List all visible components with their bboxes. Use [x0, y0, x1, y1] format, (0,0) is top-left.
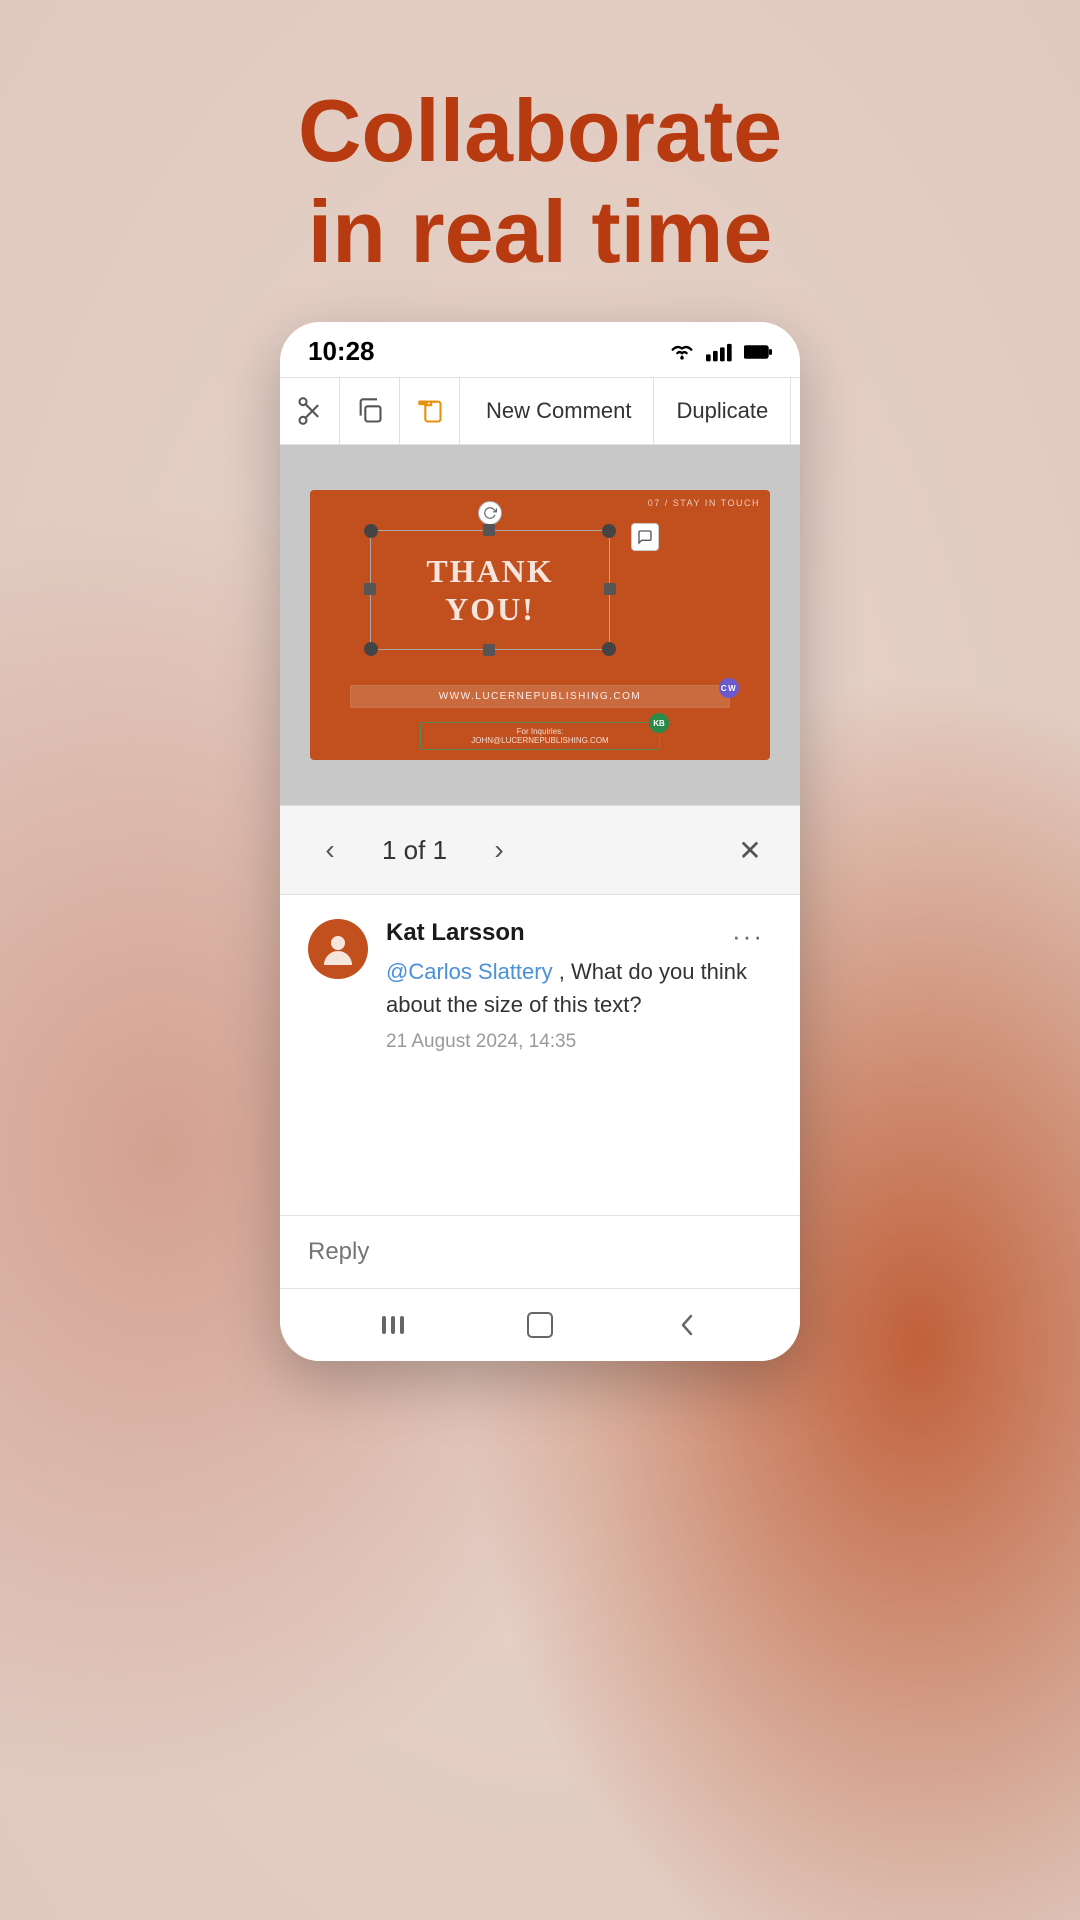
- comment-bubble-indicator[interactable]: [631, 523, 659, 551]
- canvas-area[interactable]: 07 / STAY IN TOUCH: [280, 445, 800, 805]
- handle-ml[interactable]: [364, 583, 376, 595]
- page-indicator: 1 of 1: [382, 835, 447, 866]
- slide-label: 07 / STAY IN TOUCH: [648, 498, 760, 508]
- toolbar: New Comment Duplicate Delete: [280, 377, 800, 445]
- comment-timestamp: 21 August 2024, 14:35: [386, 1031, 772, 1053]
- new-comment-button[interactable]: New Comment: [464, 377, 654, 445]
- status-icons: [668, 342, 772, 362]
- rotate-handle[interactable]: [478, 501, 502, 525]
- back-nav-button[interactable]: [662, 1307, 712, 1343]
- kb-user-badge: KB: [649, 713, 669, 733]
- comment-text: @Carlos Slattery , What do you think abo…: [386, 955, 772, 1021]
- handle-tm[interactable]: [483, 524, 495, 536]
- reply-section[interactable]: [280, 1215, 800, 1288]
- headline-text: Collaborate in real time: [0, 80, 1080, 282]
- new-comment-label: New Comment: [486, 398, 631, 424]
- headline-line1: Collaborate: [298, 81, 782, 180]
- cw-user-badge: CW: [719, 678, 739, 698]
- headline-line2: in real time: [308, 182, 773, 281]
- status-time: 10:28: [308, 336, 375, 367]
- comment-body: Kat Larsson ··· @Carlos Slattery , What …: [386, 919, 772, 1053]
- comment-item: Kat Larsson ··· @Carlos Slattery , What …: [308, 919, 772, 1053]
- thank-you-line1: THANK: [426, 553, 553, 589]
- handle-bl[interactable]: [364, 642, 378, 656]
- inquiry-element[interactable]: For Inquiries: JOHN@LUCERNEPUBLISHING.CO…: [420, 722, 660, 750]
- inquiry-label: For Inquiries:: [425, 727, 655, 736]
- duplicate-button[interactable]: Duplicate: [654, 377, 791, 445]
- comment-more-button[interactable]: ···: [724, 919, 772, 953]
- next-page-button[interactable]: ›: [477, 828, 521, 872]
- comment-mention: @Carlos Slattery: [386, 959, 553, 984]
- selected-text-element[interactable]: THANK YOU!: [370, 530, 610, 650]
- battery-icon: [744, 342, 772, 362]
- handle-bm[interactable]: [483, 644, 495, 656]
- avatar: [308, 919, 368, 979]
- close-panel-button[interactable]: ✕: [728, 828, 772, 872]
- menu-nav-button[interactable]: [368, 1307, 418, 1343]
- bottom-nav: [280, 1288, 800, 1361]
- delete-button[interactable]: Delete: [791, 377, 800, 445]
- handle-mr[interactable]: [604, 583, 616, 595]
- signal-icon: [706, 342, 734, 362]
- duplicate-label: Duplicate: [676, 398, 768, 424]
- handle-tr[interactable]: [602, 524, 616, 538]
- slide: 07 / STAY IN TOUCH: [310, 490, 770, 760]
- paste-button[interactable]: [400, 377, 460, 445]
- phone-mockup: 10:28: [280, 322, 800, 1361]
- home-nav-button[interactable]: [515, 1307, 565, 1343]
- slide-url: WWW.LUCERNEPUBLISHING.COM: [439, 691, 642, 702]
- status-bar: 10:28: [280, 322, 800, 377]
- prev-page-button[interactable]: ‹: [308, 828, 352, 872]
- handle-br[interactable]: [602, 642, 616, 656]
- comment-section: Kat Larsson ··· @Carlos Slattery , What …: [280, 895, 800, 1215]
- wifi-icon: [668, 342, 696, 362]
- cut-button[interactable]: [280, 377, 340, 445]
- thank-you-text: THANK YOU!: [371, 531, 609, 649]
- inquiry-email: JOHN@LUCERNEPUBLISHING.COM: [425, 736, 655, 745]
- navigation-row: ‹ 1 of 1 › ✕: [280, 805, 800, 895]
- thank-you-line2: YOU!: [445, 591, 535, 627]
- headline-section: Collaborate in real time: [0, 0, 1080, 322]
- comment-author: Kat Larsson: [386, 919, 525, 947]
- copy-button[interactable]: [340, 377, 400, 445]
- url-element[interactable]: WWW.LUCERNEPUBLISHING.COM CW: [350, 685, 730, 708]
- reply-input[interactable]: [308, 1238, 772, 1266]
